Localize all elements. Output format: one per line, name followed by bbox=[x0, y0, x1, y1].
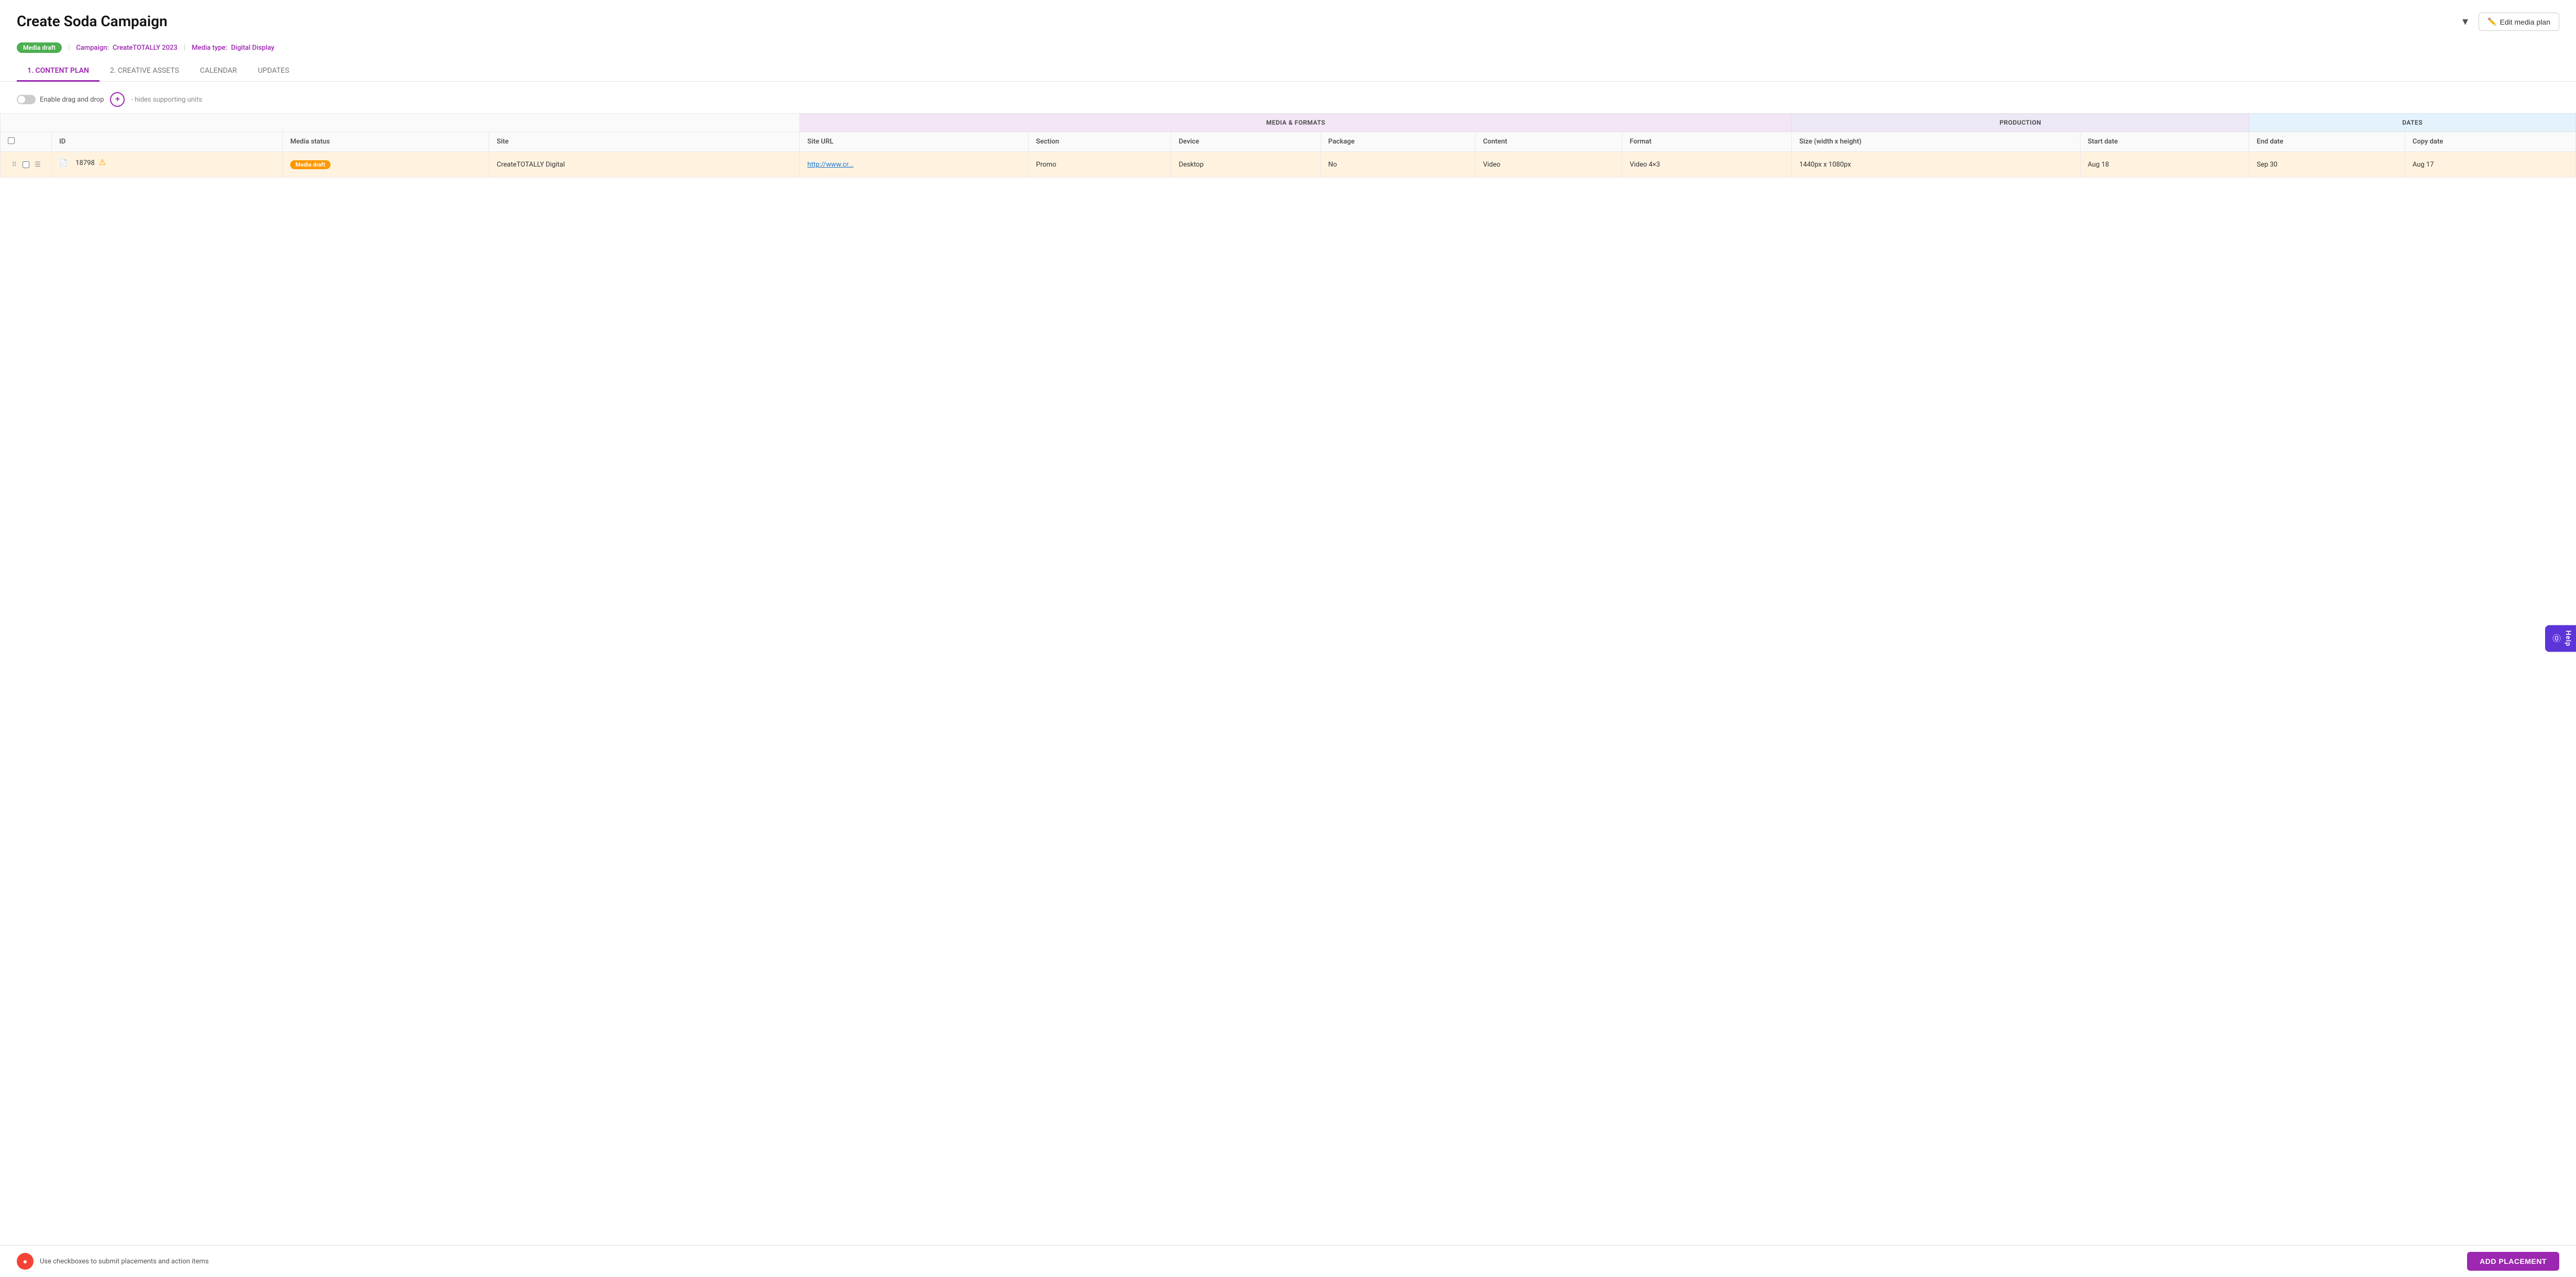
content-area: Enable drag and drop + - hides supportin… bbox=[0, 82, 2576, 178]
drag-drop-toggle[interactable]: Enable drag and drop bbox=[17, 95, 104, 104]
row-section-cell: Promo bbox=[1028, 152, 1171, 178]
edit-media-plan-label: Edit media plan bbox=[2500, 18, 2550, 26]
drag-handle-icon[interactable]: ⠿ bbox=[8, 158, 20, 171]
tab-calendar[interactable]: CALENDAR bbox=[190, 61, 248, 82]
header: Create Soda Campaign ▾ ✏️ Edit media pla… bbox=[0, 0, 2576, 82]
toggle-track bbox=[17, 95, 36, 104]
page: Create Soda Campaign ▾ ✏️ Edit media pla… bbox=[0, 0, 2576, 1277]
meta-separator: | bbox=[68, 43, 70, 52]
avatar: ● bbox=[17, 1253, 34, 1270]
table-body: ⠿ ☰ 📄 18798 ⚠ Media draft bbox=[1, 152, 2576, 178]
help-label: Help bbox=[2564, 631, 2572, 647]
table-row: ⠿ ☰ 📄 18798 ⚠ Media draft bbox=[1, 152, 2576, 178]
media-type-meta: Media type: Digital Display bbox=[192, 44, 274, 52]
campaign-meta: Campaign: CreateTOTALLY 2023 bbox=[76, 44, 177, 52]
th-media-status: Media status bbox=[283, 132, 489, 152]
site-url-link[interactable]: http://www.cr... bbox=[807, 161, 853, 169]
th-end-date: End date bbox=[2249, 132, 2405, 152]
header-top: Create Soda Campaign ▾ ✏️ Edit media pla… bbox=[17, 13, 2559, 37]
hides-supporting-units-label: - hides supporting units bbox=[131, 96, 202, 104]
row-site-cell: CreateTOTALLY Digital bbox=[489, 152, 800, 178]
drag-drop-label: Enable drag and drop bbox=[40, 96, 104, 104]
campaign-label: Campaign: bbox=[76, 44, 108, 52]
add-supporting-units-button[interactable]: + bbox=[110, 92, 125, 107]
row-format-cell: Video 4×3 bbox=[1622, 152, 1792, 178]
row-media-status-cell: Media draft bbox=[283, 152, 489, 178]
th-site: Site bbox=[489, 132, 800, 152]
media-type-label: Media type: bbox=[192, 44, 227, 52]
media-type-value: Digital Display bbox=[231, 44, 274, 52]
table-container: Media & formats Production Dates ID Medi… bbox=[0, 113, 2576, 178]
row-end-date-cell: Sep 30 bbox=[2249, 152, 2405, 178]
tabs: 1. CONTENT PLAN 2. CREATIVE ASSETS CALEN… bbox=[17, 61, 2559, 81]
th-device: Device bbox=[1171, 132, 1320, 152]
th-id: ID bbox=[52, 132, 283, 152]
group-header-row: Media & formats Production Dates bbox=[1, 114, 2576, 132]
production-group-header: Production bbox=[1792, 114, 2249, 132]
th-size: Size (width x height) bbox=[1792, 132, 2080, 152]
row-copy-date-cell: Aug 17 bbox=[2405, 152, 2575, 178]
pencil-icon: ✏️ bbox=[2487, 17, 2496, 26]
tab-content-plan[interactable]: 1. CONTENT PLAN bbox=[17, 61, 100, 82]
campaign-value: CreateTOTALLY 2023 bbox=[113, 44, 178, 52]
meta-row: Media draft | Campaign: CreateTOTALLY 20… bbox=[17, 37, 2559, 53]
row-checkbox[interactable] bbox=[23, 161, 29, 168]
meta-separator-2: | bbox=[184, 43, 185, 52]
media-formats-group-header: Media & formats bbox=[800, 114, 1792, 132]
chevron-down-icon[interactable]: ▾ bbox=[2462, 15, 2468, 28]
th-checkbox bbox=[1, 132, 52, 152]
empty-group-header bbox=[1, 114, 800, 132]
column-header-row: ID Media status Site Site URL Section De… bbox=[1, 132, 2576, 152]
row-id-cell: 📄 18798 ⚠ bbox=[52, 152, 283, 178]
warning-icon: ⚠ bbox=[98, 157, 106, 167]
row-device-cell: Desktop bbox=[1171, 152, 1320, 178]
footer-text: Use checkboxes to submit placements and … bbox=[40, 1258, 208, 1265]
note-icon[interactable]: 📄 bbox=[59, 159, 72, 172]
help-icon: ⓪ bbox=[2549, 634, 2562, 643]
tab-creative-assets[interactable]: 2. CREATIVE ASSETS bbox=[100, 61, 190, 82]
help-button[interactable]: Help ⓪ bbox=[2545, 625, 2576, 652]
th-section: Section bbox=[1028, 132, 1171, 152]
th-content: Content bbox=[1476, 132, 1622, 152]
row-content-cell: Video bbox=[1476, 152, 1622, 178]
page-title: Create Soda Campaign bbox=[17, 13, 168, 30]
add-placement-button[interactable]: ADD PLACEMENT bbox=[2467, 1252, 2559, 1271]
row-checkbox-cell: ⠿ ☰ bbox=[1, 152, 52, 178]
select-all-checkbox[interactable] bbox=[8, 137, 15, 144]
row-size-cell: 1440px x 1080px bbox=[1792, 152, 2080, 178]
list-icon[interactable]: ☰ bbox=[31, 158, 44, 171]
toggle-thumb bbox=[18, 96, 25, 103]
toolbar: Enable drag and drop + - hides supportin… bbox=[0, 92, 2576, 113]
dates-group-header: Dates bbox=[2249, 114, 2576, 132]
th-start-date: Start date bbox=[2080, 132, 2249, 152]
footer-bar: ● Use checkboxes to submit placements an… bbox=[0, 1245, 2576, 1277]
row-id-value: 18798 bbox=[75, 159, 95, 167]
footer-left: ● Use checkboxes to submit placements an… bbox=[17, 1253, 208, 1270]
row-controls: ⠿ ☰ bbox=[8, 158, 44, 171]
media-draft-badge: Media draft bbox=[17, 42, 62, 53]
th-copy-date: Copy date bbox=[2405, 132, 2575, 152]
th-format: Format bbox=[1622, 132, 1792, 152]
row-site-url-cell: http://www.cr... bbox=[800, 152, 1029, 178]
placements-table: Media & formats Production Dates ID Medi… bbox=[0, 113, 2576, 178]
media-status-badge: Media draft bbox=[290, 160, 331, 169]
th-package: Package bbox=[1320, 132, 1476, 152]
th-site-url: Site URL bbox=[800, 132, 1029, 152]
row-package-cell: No bbox=[1320, 152, 1476, 178]
row-start-date-cell: Aug 18 bbox=[2080, 152, 2249, 178]
tab-updates[interactable]: UPDATES bbox=[247, 61, 300, 82]
edit-media-plan-button[interactable]: ✏️ Edit media plan bbox=[2479, 13, 2559, 31]
